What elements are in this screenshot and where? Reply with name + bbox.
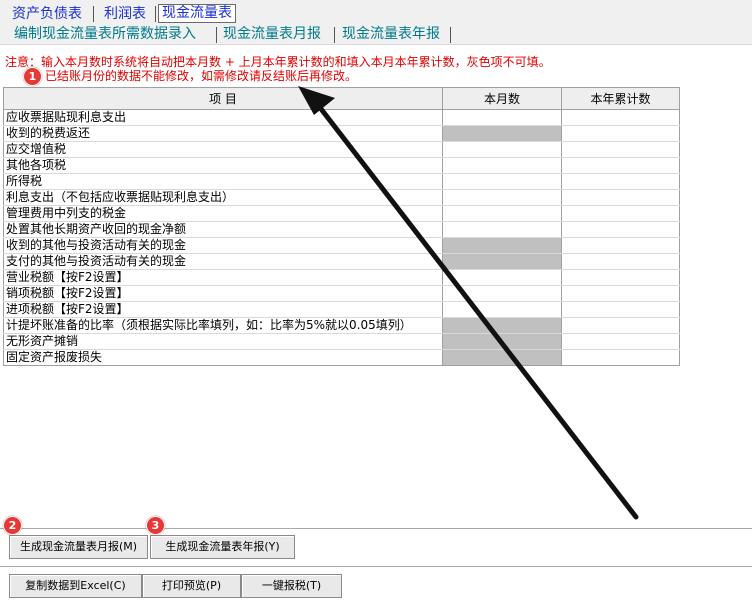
annotation-arrow [298,86,639,520]
